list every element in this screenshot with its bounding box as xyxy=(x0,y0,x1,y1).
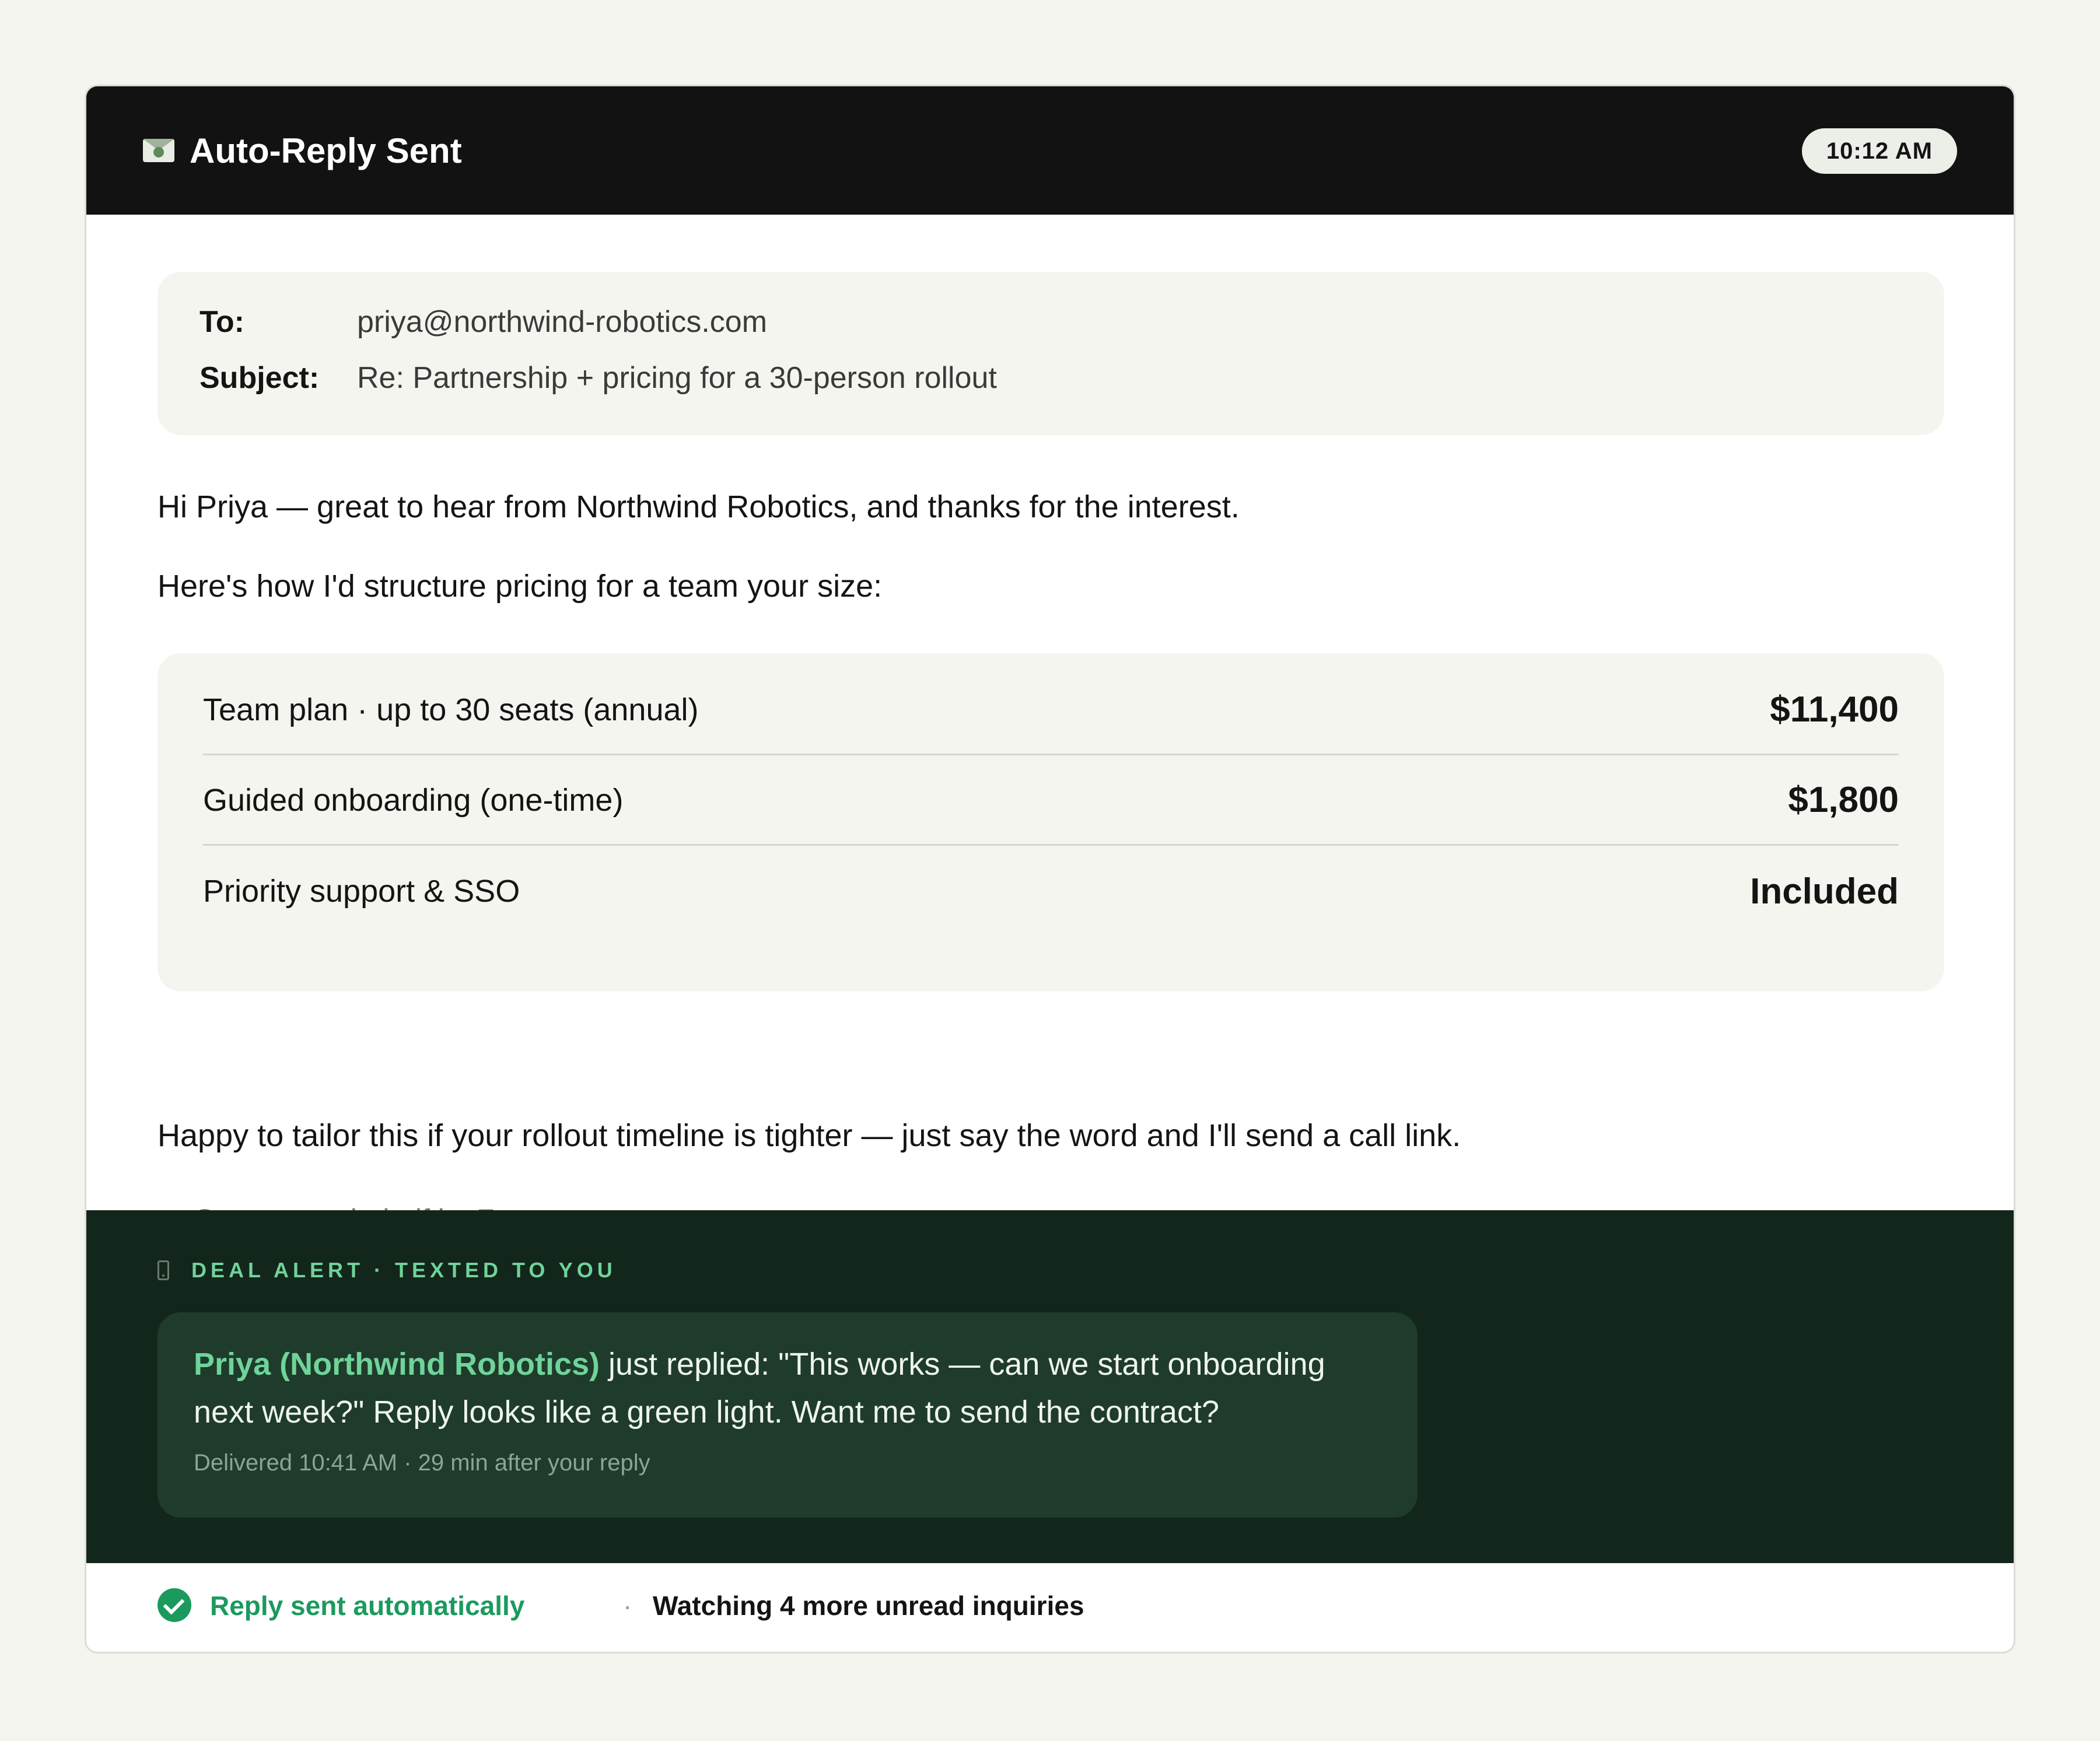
footer-separator: · xyxy=(623,1590,632,1621)
subject-label: Subject: xyxy=(200,361,320,395)
email-intro: Here's how I'd structure pricing for a t… xyxy=(158,569,883,604)
pricing-value: $1,800 xyxy=(1788,780,1899,820)
deal-alert-tag: DEAL ALERT · TEXTED TO YOU xyxy=(158,1258,617,1283)
pricing-label: Team plan · up to 30 seats (annual) xyxy=(203,692,699,727)
phone-icon xyxy=(158,1260,169,1280)
pricing-value: Included xyxy=(1750,871,1899,912)
alert-sender: Priya (Northwind Robotics) xyxy=(194,1347,600,1382)
subject-value: Re: Partnership + pricing for a 30-perso… xyxy=(357,361,997,395)
pricing-row: Team plan · up to 30 seats (annual) $11,… xyxy=(203,665,1899,755)
pricing-row: Guided onboarding (one-time) $1,800 xyxy=(203,756,1899,846)
email-greeting: Hi Priya — great to hear from Northwind … xyxy=(158,489,1240,524)
time-badge: 10:12 AM xyxy=(1801,128,1957,174)
email-meta: To: priya@northwind-robotics.com Subject… xyxy=(158,272,1944,435)
auto-reply-card: Auto-Reply Sent 10:12 AM To: priya@north… xyxy=(85,85,2015,1654)
status-footer: Reply sent automatically · Watching 4 mo… xyxy=(86,1563,2014,1652)
deal-alert-label: DEAL ALERT · TEXTED TO YOU xyxy=(191,1258,617,1282)
deal-alert-bubble[interactable]: Priya (Northwind Robotics) just replied:… xyxy=(158,1312,1418,1518)
subject-row: Subject: Re: Partnership + pricing for a… xyxy=(200,360,997,395)
reply-status: Reply sent automatically xyxy=(210,1590,525,1621)
email-closing: Happy to tailor this if your rollout tim… xyxy=(158,1118,1461,1153)
pricing-row: Priority support & SSO Included xyxy=(203,846,1899,936)
deal-alert-panel: DEAL ALERT · TEXTED TO YOU Priya (Northw… xyxy=(86,1210,2014,1563)
pricing-label: Priority support & SSO xyxy=(203,874,520,909)
to-address[interactable]: priya@northwind-robotics.com xyxy=(357,304,767,339)
alert-delivered-time: Delivered 10:41 AM · 29 min after your r… xyxy=(194,1450,650,1476)
header-title-group: Auto-Reply Sent xyxy=(143,86,462,215)
check-circle-icon xyxy=(158,1588,191,1622)
header-title: Auto-Reply Sent xyxy=(190,131,462,170)
pricing-label: Guided onboarding (one-time) xyxy=(203,782,624,818)
to-row: To: priya@northwind-robotics.com xyxy=(200,304,767,339)
pricing-table: Team plan · up to 30 seats (annual) $11,… xyxy=(158,653,1944,992)
deal-alert-message: Priya (Northwind Robotics) just replied:… xyxy=(194,1340,1381,1436)
pricing-value: $11,400 xyxy=(1770,689,1899,730)
to-label: To: xyxy=(200,305,244,339)
envelope-icon xyxy=(143,139,174,162)
watching-inquiries[interactable]: Watching 4 more unread inquiries xyxy=(653,1563,1084,1648)
card-header: Auto-Reply Sent 10:12 AM xyxy=(86,86,2014,215)
